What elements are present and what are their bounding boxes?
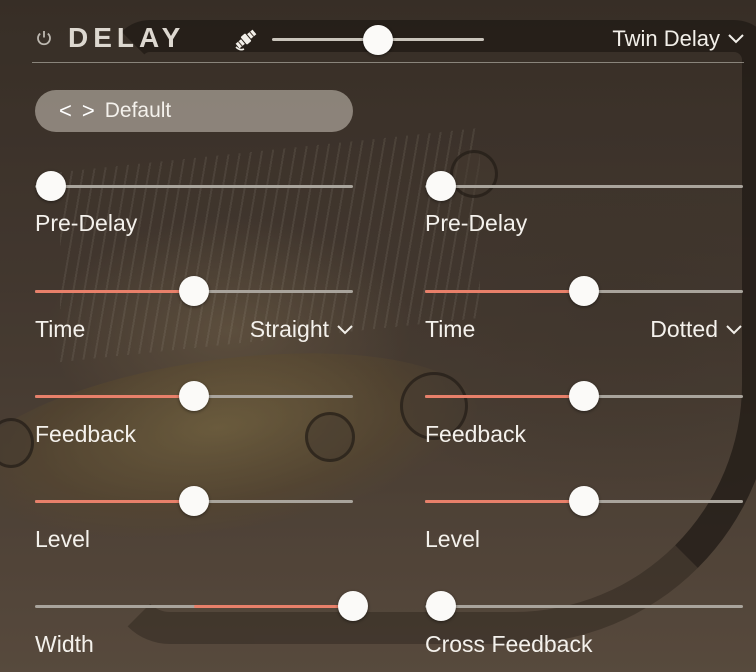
left-pre-delay-label: Pre-Delay	[35, 210, 138, 236]
slider-thumb[interactable]	[569, 381, 599, 411]
left-feedback-label: Feedback	[35, 421, 137, 447]
left-feedback-slider[interactable]	[35, 381, 353, 411]
right-level-slider[interactable]	[425, 486, 743, 516]
right-time-mode-value: Dotted	[650, 316, 718, 342]
width-label: Width	[35, 631, 94, 657]
cross-feedback-slider[interactable]	[425, 591, 743, 621]
slider-thumb[interactable]	[338, 591, 368, 621]
slider-thumb[interactable]	[425, 591, 456, 621]
satellite-icon[interactable]	[232, 25, 260, 53]
chevron-down-icon	[337, 324, 353, 334]
power-icon[interactable]	[36, 30, 52, 46]
right-pre-delay-slider[interactable]	[425, 171, 743, 201]
slider-thumb[interactable]	[569, 276, 599, 306]
right-time-slider[interactable]	[425, 276, 743, 306]
right-time-mode-dropdown[interactable]: Dotted	[650, 316, 742, 343]
right-feedback-slider[interactable]	[425, 381, 743, 411]
left-time-label: Time	[35, 316, 86, 342]
chevron-down-icon	[726, 324, 742, 334]
next-preset-button[interactable]: >	[82, 100, 95, 122]
slider-thumb[interactable]	[179, 486, 209, 516]
delay-type-dropdown[interactable]: Twin Delay	[612, 26, 744, 52]
mix-slider-thumb[interactable]	[363, 25, 393, 55]
width-slider[interactable]	[35, 591, 368, 621]
previous-preset-button[interactable]: <	[59, 100, 72, 122]
slider-thumb[interactable]	[35, 171, 66, 201]
delay-header: DELAY Twin Delay	[32, 20, 744, 63]
slider-thumb[interactable]	[569, 486, 599, 516]
left-time-mode-value: Straight	[249, 316, 329, 342]
right-time-label: Time	[425, 316, 476, 342]
cross-feedback-label: Cross Feedback	[425, 631, 593, 657]
right-pre-delay-label: Pre-Delay	[425, 210, 528, 236]
chevron-down-icon	[728, 34, 744, 44]
left-time-slider[interactable]	[35, 276, 353, 306]
slider-thumb[interactable]	[179, 276, 209, 306]
right-feedback-label: Feedback	[425, 421, 527, 447]
delay-type-label: Twin Delay	[612, 26, 720, 51]
left-level-slider[interactable]	[35, 486, 353, 516]
left-time-mode-dropdown[interactable]: Straight	[250, 316, 353, 343]
module-title: DELAY	[68, 22, 186, 53]
left-level-label: Level	[35, 526, 90, 552]
slider-thumb[interactable]	[425, 171, 456, 201]
header-divider	[32, 62, 744, 63]
right-level-label: Level	[425, 526, 480, 552]
left-pre-delay-slider[interactable]	[35, 171, 353, 201]
slider-thumb[interactable]	[179, 381, 209, 411]
mix-slider[interactable]	[272, 25, 484, 55]
preset-name: Default	[104, 99, 172, 122]
preset-browser[interactable]: < > Default	[35, 90, 353, 132]
